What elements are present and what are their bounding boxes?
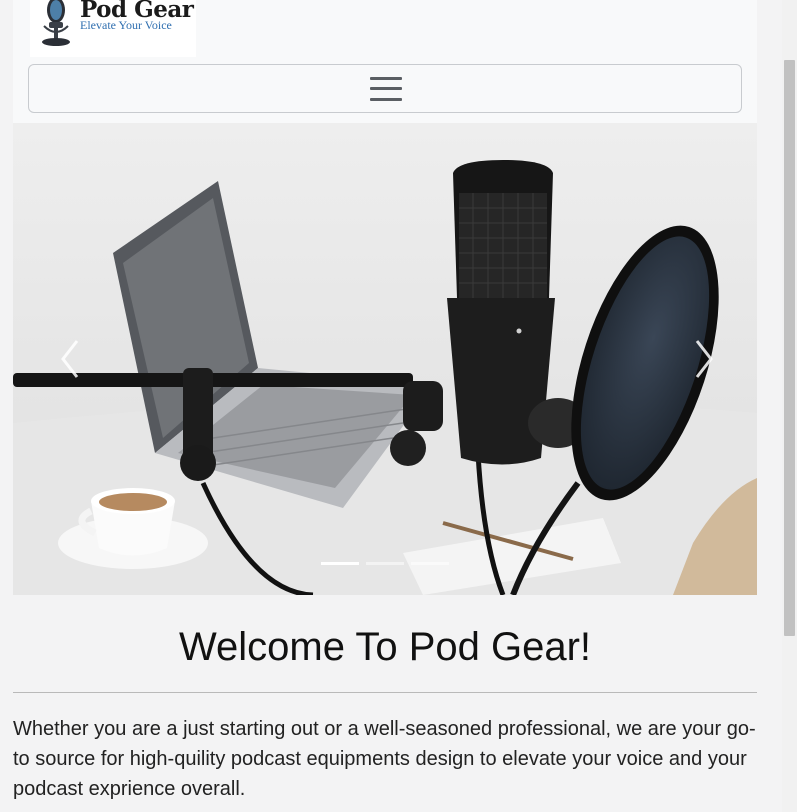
page-title: Welcome To Pod Gear! (178, 625, 592, 669)
navbar-toggle-button[interactable] (28, 64, 742, 113)
hero-carousel (13, 123, 757, 595)
divider (13, 692, 757, 693)
chevron-right-icon (695, 340, 713, 378)
carousel-indicator-3[interactable] (411, 560, 449, 568)
carousel-indicator-2[interactable] (366, 560, 404, 568)
page-scrollbar[interactable] (782, 0, 797, 812)
chevron-left-icon (61, 340, 79, 378)
brand-logo[interactable]: Pod Gear Elevate Your Voice (30, 0, 196, 57)
scrollbar-thumb[interactable] (784, 60, 795, 636)
intro-paragraph: Whether you are a just starting out or a… (13, 718, 756, 800)
carousel-indicators (13, 560, 757, 568)
carousel-indicator-1[interactable] (321, 560, 359, 568)
carousel-prev-button[interactable] (49, 333, 93, 385)
hamburger-icon (370, 76, 402, 102)
carousel-slide-image (13, 123, 757, 595)
brand-tagline: Elevate Your Voice (80, 18, 172, 32)
microphone-icon (42, 0, 70, 46)
page: Pod Gear Elevate Your Voice Welcome To P… (0, 0, 782, 812)
carousel-next-button[interactable] (681, 333, 725, 385)
